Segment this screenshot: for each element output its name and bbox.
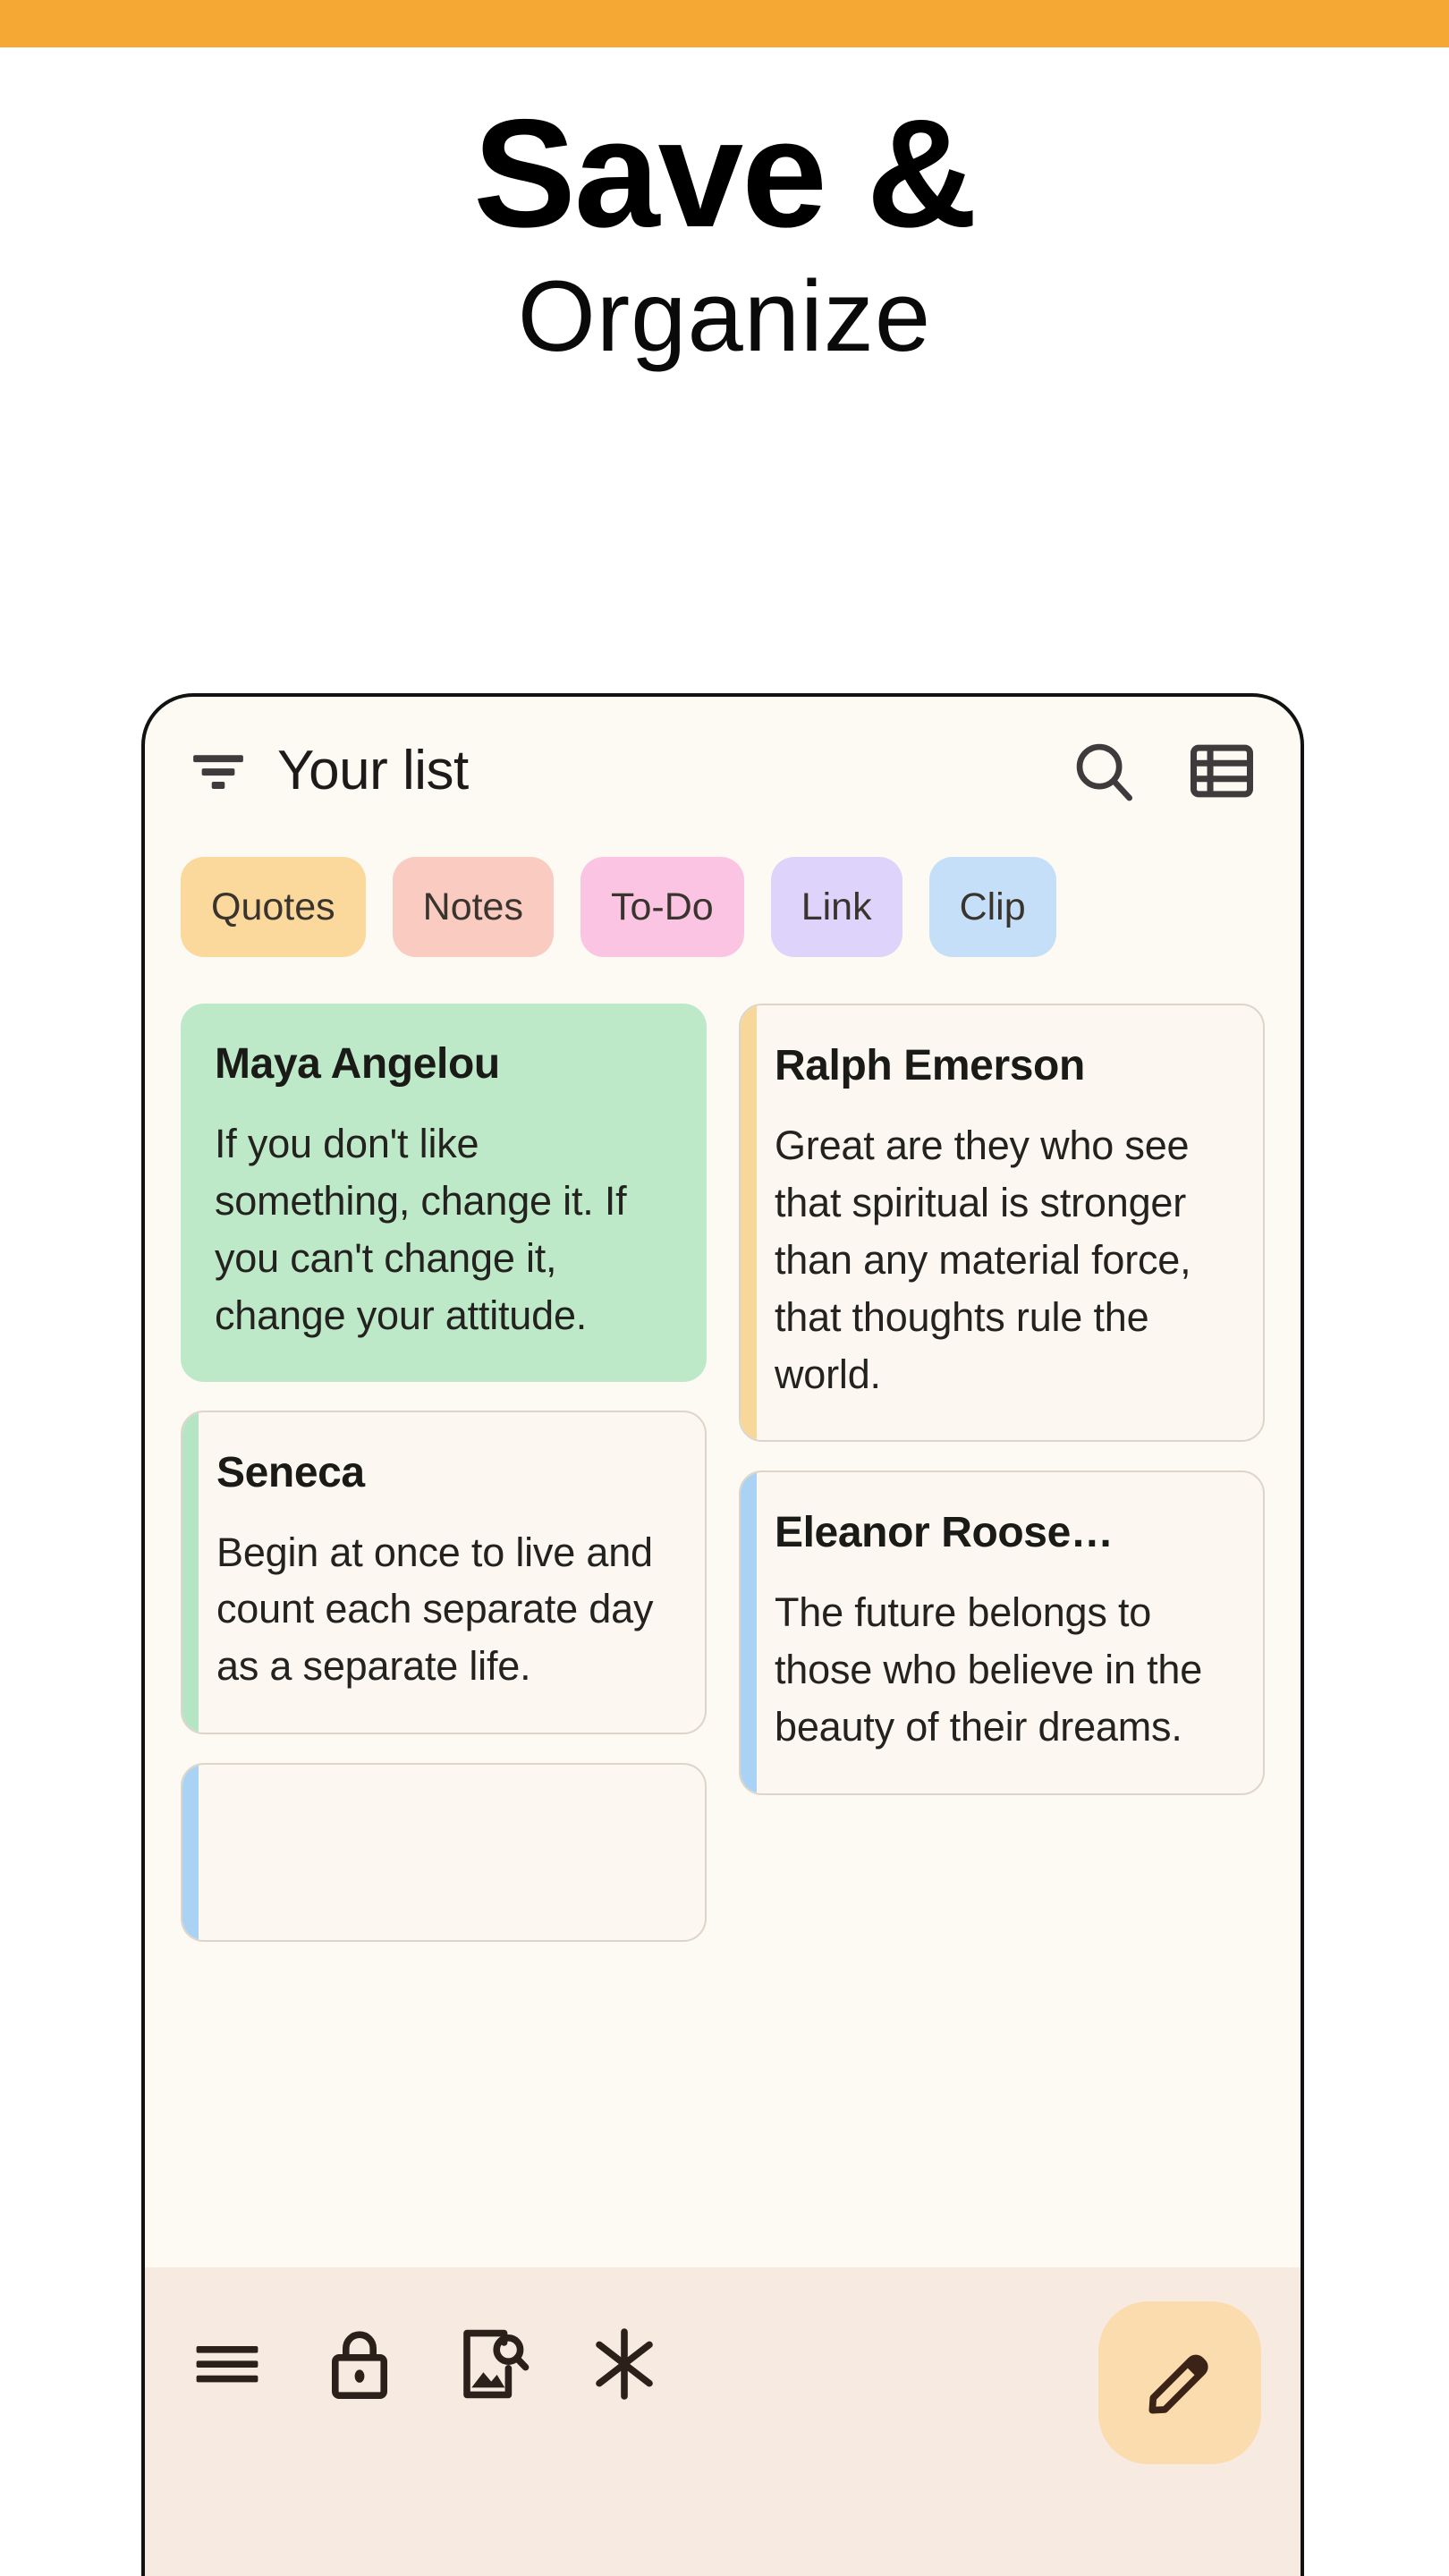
chip-label: Link bbox=[801, 885, 872, 928]
page-title: Your list bbox=[277, 740, 469, 801]
chip-quotes[interactable]: Quotes bbox=[181, 857, 366, 957]
hero-heading: Save & Organize bbox=[0, 47, 1449, 638]
chip-notes[interactable]: Notes bbox=[392, 857, 554, 957]
compose-fab-button[interactable] bbox=[1098, 2301, 1261, 2464]
note-card[interactable] bbox=[181, 1763, 707, 1943]
note-card-title: Seneca bbox=[216, 1448, 365, 1496]
category-chips[interactable]: Quotes Notes To-Do Link Clip bbox=[145, 848, 1301, 966]
note-card-body: The future belongs to those who believe … bbox=[775, 1589, 1203, 1750]
hero-headline-secondary: Organize bbox=[517, 260, 932, 372]
chip-label: Clip bbox=[959, 885, 1026, 928]
list-view-icon[interactable] bbox=[1184, 733, 1259, 809]
cards-column-right: Ralph Emerson Great are they who see tha… bbox=[739, 1004, 1265, 2433]
notes-list: Maya Angelou If you don't like something… bbox=[145, 966, 1301, 2433]
note-card-title: Maya Angelou bbox=[215, 1040, 500, 1088]
card-accent-stripe bbox=[182, 1765, 199, 1941]
sparkle-icon[interactable] bbox=[581, 2321, 667, 2407]
image-search-icon[interactable] bbox=[449, 2321, 535, 2407]
top-accent-bar bbox=[0, 0, 1449, 47]
search-icon[interactable] bbox=[1066, 733, 1141, 809]
chip-clip[interactable]: Clip bbox=[928, 857, 1056, 957]
chip-label: To-Do bbox=[610, 885, 714, 928]
hero-headline-primary: Save & bbox=[473, 88, 978, 259]
note-card[interactable]: Ralph Emerson Great are they who see tha… bbox=[739, 1004, 1265, 1443]
card-accent-stripe bbox=[741, 1005, 757, 1441]
note-card[interactable]: Maya Angelou If you don't like something… bbox=[181, 1004, 707, 1382]
card-accent-stripe bbox=[741, 1472, 757, 1794]
lock-icon[interactable] bbox=[317, 2321, 402, 2407]
app-bar: Your list bbox=[145, 697, 1301, 844]
card-accent-stripe bbox=[182, 1411, 199, 1733]
filter-list-icon[interactable] bbox=[184, 737, 252, 805]
cards-column-left: Maya Angelou If you don't like something… bbox=[181, 1004, 707, 2433]
note-card-title: Eleanor Roose… bbox=[775, 1509, 1114, 1557]
note-card-body: Great are they who see that spiritual is… bbox=[775, 1123, 1191, 1397]
bottom-navigation-bar bbox=[145, 2267, 1301, 2576]
chip-link[interactable]: Link bbox=[770, 857, 902, 957]
pencil-icon bbox=[1148, 2354, 1208, 2414]
note-card[interactable]: Seneca Begin at once to live and count e… bbox=[181, 1410, 707, 1735]
note-card-body: Begin at once to live and count each sep… bbox=[216, 1529, 654, 1690]
note-card[interactable]: Eleanor Roose… The future belongs to tho… bbox=[739, 1470, 1265, 1796]
chip-todo[interactable]: To-Do bbox=[580, 857, 744, 957]
chip-label: Notes bbox=[422, 885, 523, 928]
hamburger-menu-icon[interactable] bbox=[184, 2321, 270, 2407]
note-card-body: If you don't like something, change it. … bbox=[215, 1121, 627, 1338]
note-card-title: Ralph Emerson bbox=[775, 1042, 1085, 1089]
phone-mockup: Your list Quotes Notes To-Do Link Clip M… bbox=[141, 693, 1304, 2576]
chip-label: Quotes bbox=[211, 885, 335, 928]
